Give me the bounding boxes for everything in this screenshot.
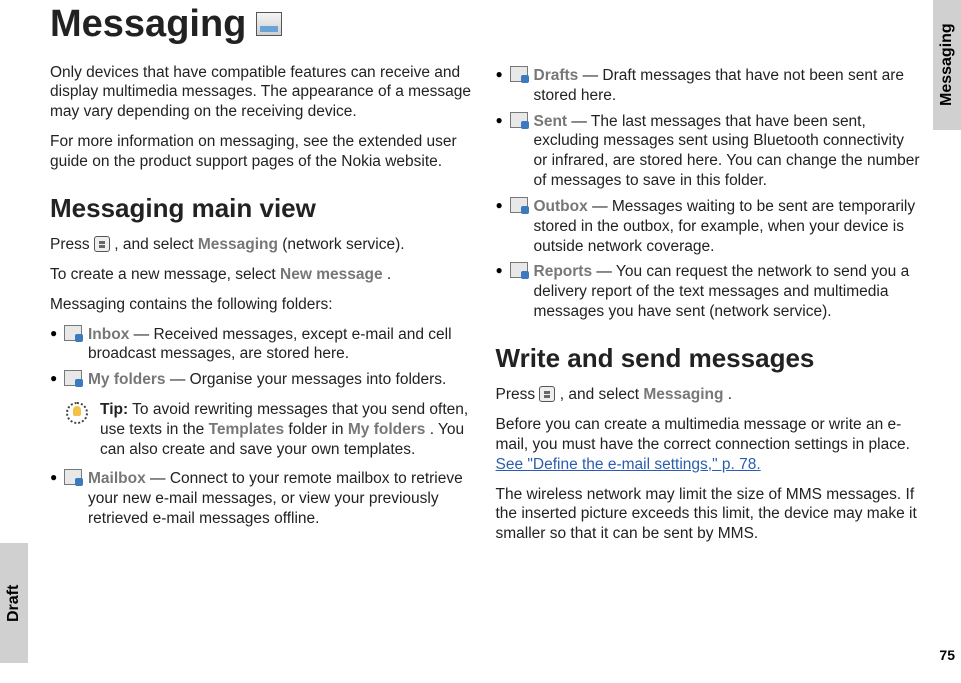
folder-desc: — The last messages that have been sent,… (534, 113, 920, 189)
tip-text: Tip: To avoid rewriting messages that yo… (100, 400, 476, 459)
folder-label: Drafts (534, 67, 579, 84)
text: Press (50, 236, 94, 253)
text: , and select (114, 236, 198, 253)
folder-label: Outbox (534, 198, 588, 215)
text: Before you can create a multimedia messa… (496, 416, 910, 453)
drafts-icon (510, 66, 528, 82)
heading-main-view: Messaging main view (50, 192, 476, 225)
messaging-app-icon (256, 12, 282, 36)
text: To create a new message, select (50, 266, 280, 283)
write-intro: Before you can create a multimedia messa… (496, 415, 922, 474)
folder-label: Reports (534, 263, 593, 280)
heading-write-send: Write and send messages (496, 342, 922, 375)
folder-myfolders: My folders — Organise your messages into… (50, 370, 476, 390)
create-new-message: To create a new message, select New mess… (50, 265, 476, 285)
mailbox-icon (64, 469, 82, 485)
tip-block: Tip: To avoid rewriting messages that yo… (64, 400, 476, 459)
text: . (387, 266, 391, 283)
mms-limit: The wireless network may limit the size … (496, 485, 922, 544)
myfolders-icon (64, 370, 82, 386)
folder-label: Inbox (88, 326, 129, 343)
lightbulb-icon (64, 400, 90, 426)
home-key-icon (94, 236, 110, 252)
press-select-messaging-1: Press , and select Messaging (network se… (50, 235, 476, 255)
ui-term-messaging: Messaging (198, 236, 278, 253)
page-title: Messaging (50, 0, 476, 49)
sent-icon (510, 112, 528, 128)
intro-paragraph-1: Only devices that have compatible featur… (50, 63, 476, 122)
tip-label: Tip: (100, 401, 128, 418)
folder-list-left: Inbox — Received messages, except e-mail… (50, 325, 476, 390)
folder-sent: Sent — The last messages that have been … (496, 112, 922, 191)
intro-paragraph-2: For more information on messaging, see t… (50, 132, 476, 172)
ui-term-templates: Templates (209, 421, 285, 438)
folder-list-right: Drafts — Draft messages that have not be… (496, 66, 922, 322)
page-number: 75 (939, 647, 955, 663)
folder-desc: — Messages waiting to be sent are tempor… (534, 198, 916, 255)
text: folder in (288, 421, 347, 438)
folder-label: My folders (88, 371, 166, 388)
column-right: Drafts — Draft messages that have not be… (496, 0, 922, 683)
home-key-icon (539, 386, 555, 402)
text: Press (496, 386, 540, 403)
folder-desc: — Received messages, except e-mail and c… (88, 326, 452, 363)
ui-term-new-message: New message (280, 266, 383, 283)
folder-inbox: Inbox — Received messages, except e-mail… (50, 325, 476, 365)
title-text: Messaging (50, 0, 246, 49)
folder-reports: Reports — You can request the network to… (496, 262, 922, 321)
folder-outbox: Outbox — Messages waiting to be sent are… (496, 197, 922, 256)
inbox-icon (64, 325, 82, 341)
folder-drafts: Drafts — Draft messages that have not be… (496, 66, 922, 106)
folders-intro: Messaging contains the following folders… (50, 295, 476, 315)
press-select-messaging-2: Press , and select Messaging . (496, 385, 922, 405)
ui-term-messaging: Messaging (643, 386, 723, 403)
column-left: Messaging Only devices that have compati… (50, 0, 476, 683)
text: , and select (560, 386, 644, 403)
reports-icon (510, 262, 528, 278)
link-define-email-settings[interactable]: See "Define the e-mail settings," p. 78. (496, 456, 761, 473)
outbox-icon (510, 197, 528, 213)
ui-term-myfolders: My folders (348, 421, 426, 438)
messaging-side-tab: Messaging (933, 0, 961, 130)
folder-desc: — Draft messages that have not been sent… (534, 67, 905, 104)
text: . (728, 386, 732, 403)
folder-label: Mailbox (88, 470, 146, 487)
folder-mailbox: Mailbox — Connect to your remote mailbox… (50, 469, 476, 528)
folder-desc: — Organise your messages into folders. (170, 371, 447, 388)
folder-list-left-2: Mailbox — Connect to your remote mailbox… (50, 469, 476, 528)
page-content: Messaging Only devices that have compati… (50, 0, 921, 683)
draft-side-tab: Draft (0, 543, 28, 663)
text: (network service). (282, 236, 404, 253)
folder-label: Sent (534, 113, 568, 130)
